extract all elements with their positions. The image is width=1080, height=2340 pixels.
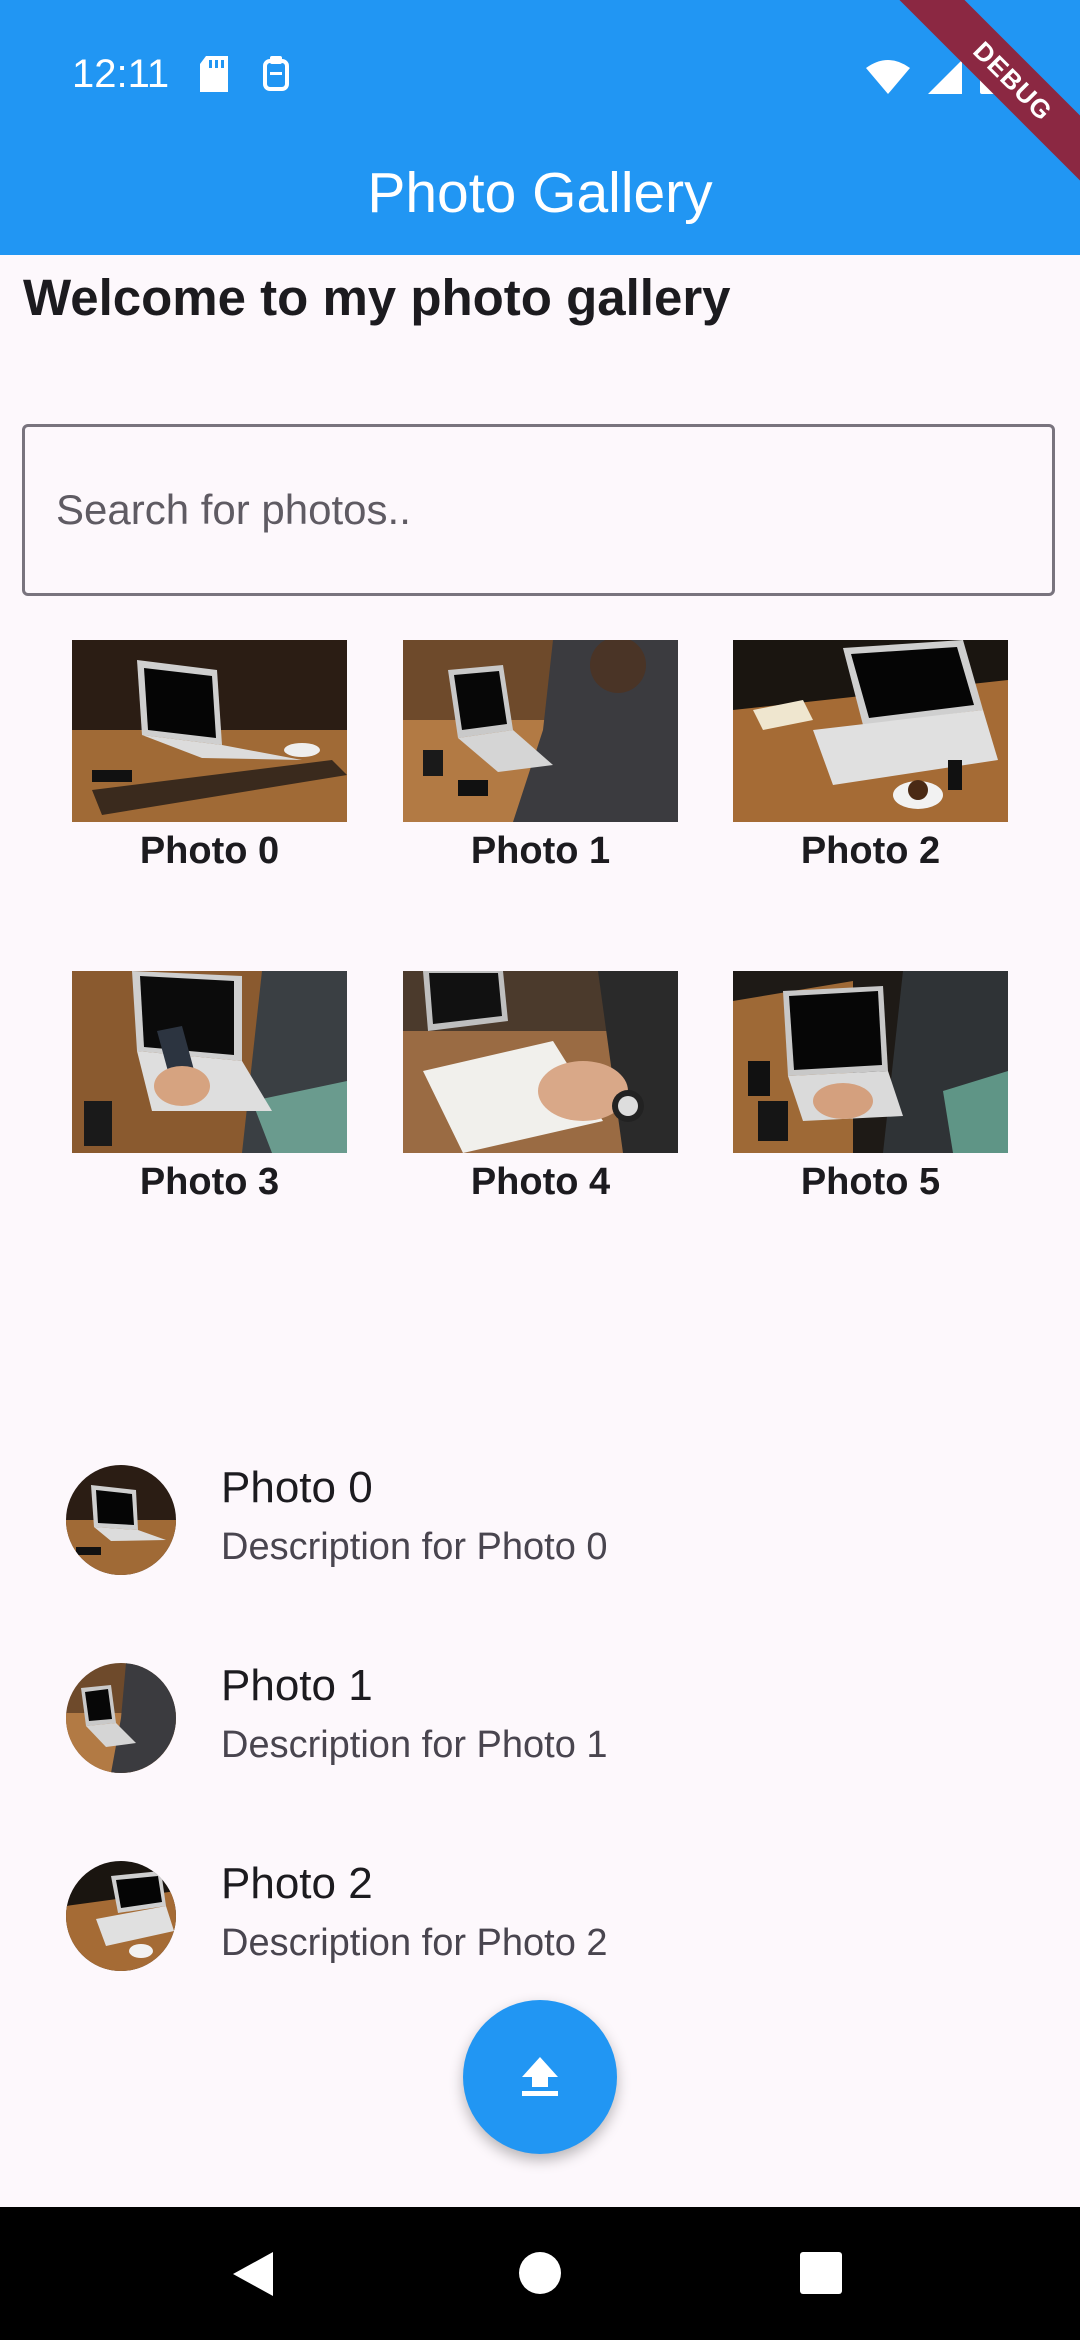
welcome-heading: Welcome to my photo gallery <box>23 269 731 326</box>
upload-icon <box>518 2053 562 2102</box>
photo-caption: Photo 4 <box>470 1161 611 1203</box>
photo-caption: Photo 0 <box>139 830 280 872</box>
upload-button[interactable] <box>463 2000 617 2154</box>
back-icon[interactable] <box>233 2252 273 2301</box>
list-item-subtitle: Description for Photo 2 <box>221 1922 608 1964</box>
status-left-icons <box>200 56 290 97</box>
navigation-bar <box>0 2207 1080 2340</box>
status-time: 12:11 <box>72 52 170 96</box>
grid-tile[interactable]: Photo 5 <box>733 971 1008 1204</box>
list-item-title: Photo 2 <box>221 1859 373 1908</box>
sd-card-icon <box>200 56 228 97</box>
list-item[interactable]: Photo 1 Description for Photo 1 <box>0 1638 1080 1836</box>
clipboard-icon <box>262 56 290 97</box>
photo-thumbnail <box>72 640 347 822</box>
wifi-icon <box>866 60 910 99</box>
list-item-title: Photo 1 <box>221 1661 373 1710</box>
search-input[interactable] <box>25 427 1052 593</box>
photo-thumbnail <box>72 971 347 1153</box>
grid-tile[interactable]: Photo 4 <box>403 971 678 1204</box>
photo-thumbnail <box>733 971 1008 1153</box>
list-item[interactable]: Photo 0 Description for Photo 0 <box>0 1440 1080 1638</box>
list-item-subtitle: Description for Photo 0 <box>221 1526 608 1568</box>
avatar <box>66 1663 176 1773</box>
grid-tile[interactable]: Photo 0 <box>72 640 347 873</box>
grid-tile[interactable]: Photo 3 <box>72 971 347 1204</box>
avatar <box>66 1465 176 1575</box>
signal-icon <box>928 60 962 99</box>
grid-tile[interactable]: Photo 1 <box>403 640 678 873</box>
recents-icon[interactable] <box>800 2252 842 2299</box>
avatar <box>66 1861 176 1971</box>
list-item-subtitle: Description for Photo 1 <box>221 1724 608 1766</box>
grid-tile[interactable]: Photo 2 <box>733 640 1008 873</box>
photo-thumbnail <box>733 640 1008 822</box>
search-field[interactable] <box>22 424 1055 596</box>
app-bar: 12:11 Photo Gallery DEBUG <box>0 0 1080 255</box>
photo-thumbnail <box>403 971 678 1153</box>
photo-caption: Photo 3 <box>139 1161 280 1203</box>
list-item-title: Photo 0 <box>221 1463 373 1512</box>
home-icon[interactable] <box>519 2252 561 2299</box>
page-title: Photo Gallery <box>367 161 713 225</box>
photo-caption: Photo 1 <box>470 830 611 872</box>
photo-caption: Photo 5 <box>800 1161 941 1203</box>
photo-thumbnail <box>403 640 678 822</box>
photo-caption: Photo 2 <box>800 830 941 872</box>
